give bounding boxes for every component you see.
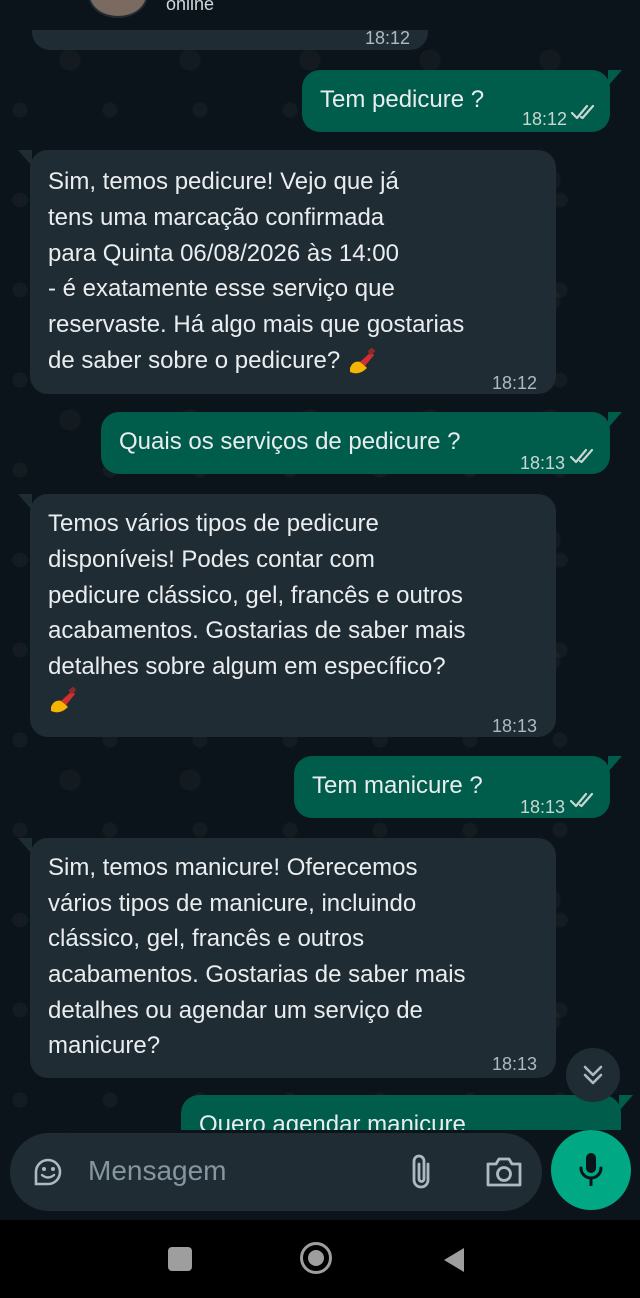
double-chevron-down-icon	[583, 1065, 603, 1085]
message-outgoing[interactable]: Tem pedicure ? 18:12	[302, 70, 622, 132]
message-line: para Quinta 06/08/2026 às 14:00	[48, 240, 399, 267]
message-composer[interactable]: Mensagem	[10, 1133, 542, 1211]
chat-area[interactable]: 18:12 online Tem pedicure ? 18:12 Sim, t…	[0, 0, 640, 1130]
message-line: clássico, gel, francês e outros	[48, 925, 365, 952]
message-line: disponíveis! Podes contar com	[48, 546, 375, 573]
message-time: 18:13	[520, 453, 566, 473]
recents-button[interactable]	[168, 1247, 192, 1271]
message-time: 18:13	[492, 716, 538, 736]
message-line: Temos vários tipos de pedicure	[48, 510, 379, 537]
microphone-button[interactable]	[551, 1130, 631, 1210]
message-line: pedicure clássico, gel, francês e outros	[48, 582, 463, 609]
message-line: acabamentos. Gostarias de saber mais	[48, 617, 466, 644]
message-line-text: de saber sobre o pedicure?	[48, 347, 341, 374]
message-time: 18:12	[522, 109, 568, 129]
message-line: vários tipos de manicure, incluindo	[48, 890, 417, 917]
message-line: - é exatamente esse serviço que	[48, 275, 395, 302]
message-line: detalhes sobre algum em específico?	[48, 653, 446, 680]
avatar[interactable]	[88, 0, 148, 18]
message-outgoing[interactable]: Quais os serviços de pedicure ? 18:13	[101, 412, 622, 474]
double-check-icon	[569, 792, 594, 808]
message-time: 18:13	[520, 797, 566, 817]
message-text: Quero agendar manicure	[199, 1111, 466, 1130]
message-text: Quais os serviços de pedicure ?	[119, 428, 461, 455]
back-button[interactable]	[440, 1246, 466, 1274]
message-input[interactable]: Mensagem	[88, 1155, 227, 1187]
message-incoming[interactable]: Sim, temos pedicure! Vejo que já tens um…	[18, 150, 556, 394]
contact-status: online	[166, 0, 215, 14]
microphone-icon	[579, 1153, 603, 1186]
message-time: 18:12	[492, 373, 538, 393]
message-time: 18:13	[492, 1054, 538, 1074]
message-text: Tem pedicure ?	[320, 86, 485, 113]
message-outgoing-partial[interactable]: Quero agendar manicure	[181, 1095, 633, 1130]
nail-polish-emoji	[349, 347, 376, 373]
chat-header[interactable]: online	[0, 0, 640, 30]
message-line: de saber sobre o pedicure?	[48, 343, 377, 379]
nail-polish-emoji	[51, 687, 77, 713]
message-line: acabamentos. Gostarias de saber mais	[48, 961, 466, 988]
paperclip-icon[interactable]	[408, 1152, 436, 1192]
message-line: Sim, temos manicure! Oferecemos	[48, 854, 418, 881]
sticker-icon[interactable]	[30, 1154, 66, 1190]
double-check-icon	[570, 104, 595, 120]
home-button[interactable]	[300, 1242, 332, 1274]
message-line: tens uma marcação confirmada	[48, 204, 385, 231]
message-line: Sim, temos pedicure! Vejo que já	[48, 168, 399, 195]
message-line: detalhes ou agendar um serviço de	[48, 997, 423, 1024]
message-incoming[interactable]: Sim, temos manicure! Oferecemos vários t…	[18, 838, 556, 1078]
double-check-icon	[569, 448, 594, 464]
message-line: manicure?	[48, 1032, 161, 1059]
message-text: Tem manicure ?	[312, 772, 483, 799]
scroll-to-bottom-button[interactable]	[566, 1048, 620, 1102]
camera-icon[interactable]	[484, 1155, 524, 1189]
message-line: reservaste. Há algo mais que gostarias	[48, 311, 465, 338]
message-incoming[interactable]: Temos vários tipos de pedicure disponíve…	[18, 494, 556, 737]
message-outgoing[interactable]: Tem manicure ? 18:13	[294, 756, 622, 818]
system-navigation-bar	[0, 1220, 640, 1298]
